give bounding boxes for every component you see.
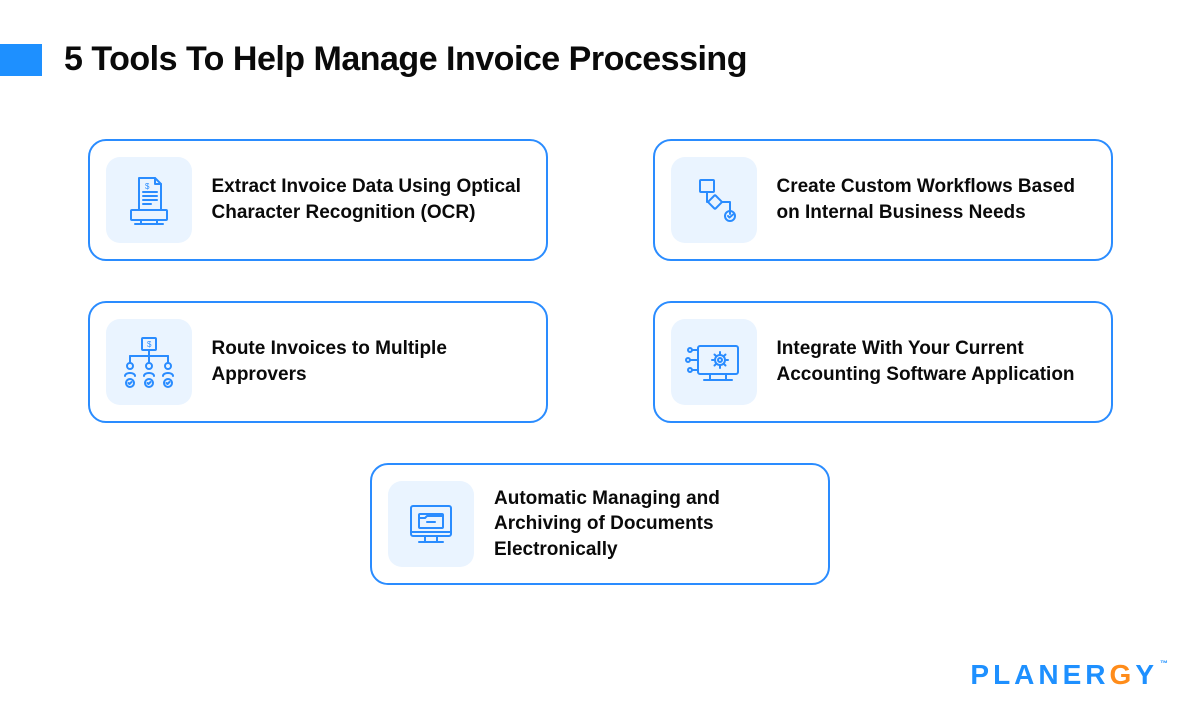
svg-text:$: $ [147, 340, 152, 349]
card-label: Create Custom Workflows Based on Interna… [777, 174, 1091, 225]
card-integrate: Integrate With Your Current Accounting S… [653, 301, 1113, 423]
card-label: Extract Invoice Data Using Optical Chara… [212, 174, 526, 225]
card-grid: $ Extract Invoice Data Using Optical Cha… [0, 139, 1200, 605]
svg-text:$: $ [145, 182, 150, 191]
planergy-logo: PLANERGY™ [970, 659, 1168, 691]
title-row: 5 Tools To Help Manage Invoice Processin… [0, 0, 1200, 79]
accent-bar [0, 44, 42, 76]
card-label: Route Invoices to Multiple Approvers [212, 336, 526, 387]
archive-icon [388, 481, 474, 567]
workflow-icon [671, 157, 757, 243]
page-title: 5 Tools To Help Manage Invoice Processin… [64, 40, 747, 79]
card-route: $ Route Invoices to Multiple Approvers [88, 301, 548, 423]
card-label: Automatic Managing and Archiving of Docu… [494, 486, 808, 563]
card-ocr: $ Extract Invoice Data Using Optical Cha… [88, 139, 548, 261]
card-workflow: Create Custom Workflows Based on Interna… [653, 139, 1113, 261]
card-label: Integrate With Your Current Accounting S… [777, 336, 1091, 387]
ocr-extract-icon: $ [106, 157, 192, 243]
route-approvers-icon: $ [106, 319, 192, 405]
integration-icon [671, 319, 757, 405]
card-archive: Automatic Managing and Archiving of Docu… [370, 463, 830, 585]
